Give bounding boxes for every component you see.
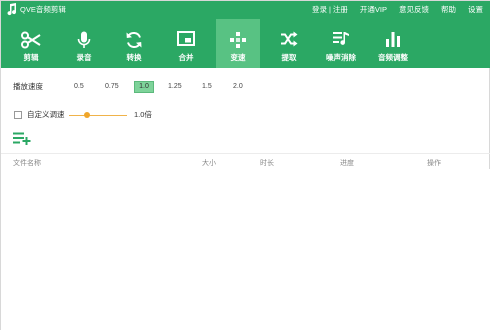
refresh-icon xyxy=(126,32,142,48)
tool-record[interactable]: 录音 xyxy=(64,19,104,68)
custom-speed-checkbox[interactable] xyxy=(14,111,22,119)
tool-label: 转换 xyxy=(126,53,142,62)
tool-speed[interactable]: 变速 xyxy=(216,19,260,68)
speed-option-0-75[interactable]: 0.75 xyxy=(102,81,122,93)
tool-label: 录音 xyxy=(76,53,92,62)
add-file-icon[interactable] xyxy=(13,132,31,145)
help-link[interactable]: 帮助 xyxy=(441,4,456,15)
bar-chart-icon xyxy=(386,32,400,47)
tool-extract[interactable]: 提取 xyxy=(269,19,309,68)
tool-label: 剪辑 xyxy=(23,53,39,62)
tool-adjust[interactable]: 音频调整 xyxy=(371,19,415,68)
speed-value: 1.0倍 xyxy=(134,110,152,119)
column-size: 大小 xyxy=(202,160,216,167)
column-actions: 操作 xyxy=(427,160,441,167)
gamepad-icon xyxy=(230,32,246,48)
speed-option-0-5[interactable]: 0.5 xyxy=(71,81,87,93)
tool-denoise[interactable]: 噪声消除 xyxy=(319,19,363,68)
tool-convert[interactable]: 转换 xyxy=(114,19,154,68)
file-list xyxy=(1,169,490,330)
main-toolbar: 剪辑 录音 转换 合并 变速 提取 噪声消除 音频调整 xyxy=(1,19,490,68)
tool-label: 噪声消除 xyxy=(326,53,356,62)
picture-in-picture-icon xyxy=(177,31,195,46)
title-bar: QVE音频剪辑 登录 | 注册 开通VIP 意见反馈 帮助 设置 xyxy=(1,1,490,19)
speed-slider-track[interactable] xyxy=(69,114,127,116)
tool-label: 音频调整 xyxy=(378,53,408,62)
tool-label: 变速 xyxy=(230,53,246,62)
tool-label: 合并 xyxy=(178,53,194,62)
app-title: QVE音频剪辑 xyxy=(20,5,66,14)
speed-option-1-0[interactable]: 1.0 xyxy=(134,81,154,93)
custom-speed-label: 自定义调速 xyxy=(27,110,65,119)
vip-link[interactable]: 开通VIP xyxy=(360,4,387,15)
top-links: 登录 | 注册 开通VIP 意见反馈 帮助 设置 xyxy=(312,4,483,15)
scissors-icon xyxy=(21,31,41,49)
tool-cut[interactable]: 剪辑 xyxy=(11,19,51,68)
microphone-icon xyxy=(77,31,91,48)
feedback-link[interactable]: 意见反馈 xyxy=(399,4,429,15)
music-list-icon xyxy=(333,32,349,45)
shuffle-icon xyxy=(281,31,298,47)
column-progress: 进度 xyxy=(340,160,354,167)
register-link[interactable]: 注册 xyxy=(333,4,348,15)
speed-slider-handle[interactable] xyxy=(83,112,90,118)
speed-option-2-0[interactable]: 2.0 xyxy=(230,81,246,93)
link-separator: | xyxy=(328,5,331,14)
column-filename: 文件名称 xyxy=(13,160,41,167)
tool-merge[interactable]: 合并 xyxy=(166,19,206,68)
speed-label: 播放速度 xyxy=(13,82,43,91)
file-table-header: 文件名称 大小 时长 进度 操作 xyxy=(1,153,490,169)
speed-option-1-5[interactable]: 1.5 xyxy=(199,81,215,93)
login-link[interactable]: 登录 xyxy=(312,4,327,15)
speed-option-1-25[interactable]: 1.25 xyxy=(165,81,185,93)
settings-link[interactable]: 设置 xyxy=(468,4,483,15)
app-window: QVE音频剪辑 登录 | 注册 开通VIP 意见反馈 帮助 设置 剪辑 录音 转… xyxy=(0,0,490,330)
tool-label: 提取 xyxy=(281,53,297,62)
column-duration: 时长 xyxy=(260,160,274,167)
music-note-logo-icon xyxy=(7,3,17,16)
